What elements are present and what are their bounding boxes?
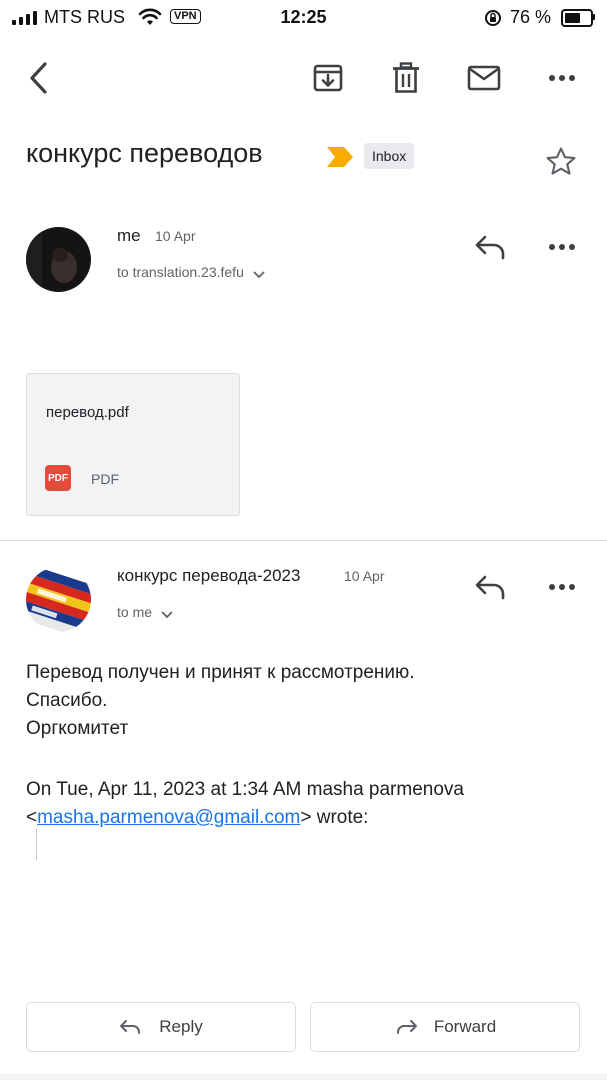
quote-header: On Tue, Apr 11, 2023 at 1:34 AM masha pa… [26, 779, 464, 828]
more-options-icon [549, 584, 575, 590]
forward-label: Forward [433, 1017, 497, 1036]
forward-icon [396, 1020, 417, 1034]
battery-percent: 76 % [510, 7, 552, 27]
body-line: Спасибо. [26, 690, 108, 711]
sender-email-link[interactable]: masha.parmenova@gmail.com [37, 807, 300, 828]
pdf-icon: PDF [45, 465, 71, 491]
recipients-toggle[interactable]: to translation.23.fefu [117, 264, 266, 280]
recipients-text: to translation.23.fefu [117, 264, 244, 280]
recipients-text: to me [117, 604, 153, 620]
chevron-down-icon [253, 271, 265, 279]
rotation-lock-icon [485, 10, 501, 26]
delete-button[interactable] [384, 56, 428, 100]
star-icon[interactable] [544, 145, 578, 179]
reply-button[interactable] [468, 567, 512, 607]
sender-name: конкурс перевода-2023 [117, 566, 301, 585]
reply-icon [120, 1020, 141, 1034]
status-bar: MTS RUS VPN 12:25 76 % [0, 0, 607, 34]
quote-attribution: On Tue, Apr 11, 2023 at 1:34 AM masha pa… [26, 779, 464, 800]
sender-avatar[interactable] [26, 227, 91, 292]
attachment-filename: перевод.pdf [46, 404, 129, 421]
mark-unread-button[interactable] [462, 56, 506, 100]
body-line: Оргкомитет [26, 718, 129, 739]
battery-icon [561, 9, 593, 27]
body-line: Перевод получен и принят к рассмотрению. [26, 662, 415, 683]
battery-fill [565, 13, 580, 23]
archive-button[interactable] [306, 56, 350, 100]
sender-name: me [117, 226, 141, 245]
attachment-card[interactable]: перевод.pdf PDF PDF [26, 373, 240, 516]
reply-label: Reply [159, 1017, 203, 1036]
chevron-down-icon [161, 611, 173, 619]
message-date: 10 Apr [155, 228, 196, 244]
message-date: 10 Apr [344, 568, 385, 584]
mark-unread-icon [467, 65, 501, 91]
back-arrow-icon [30, 62, 47, 94]
avatar-language-books [26, 567, 91, 632]
quote-wrote: wrote: [316, 807, 369, 828]
inbox-label-chip[interactable]: Inbox [364, 143, 415, 169]
reply-icon [475, 235, 505, 260]
back-button[interactable] [18, 56, 58, 100]
more-options-button[interactable] [540, 56, 584, 100]
attachment-type: PDF [91, 471, 119, 487]
forward-action-button[interactable]: Forward [310, 1002, 580, 1052]
more-options-icon [549, 244, 575, 250]
recipients-toggle[interactable]: to me [117, 604, 174, 620]
sender-avatar[interactable] [26, 567, 91, 632]
message-body: Перевод получен и принят к рассмотрению.… [26, 659, 415, 743]
archive-icon [313, 64, 343, 92]
reply-action-button[interactable]: Reply [26, 1002, 296, 1052]
message-more-button[interactable] [540, 227, 584, 267]
bottom-edge [0, 1074, 607, 1080]
quoted-text-toggle[interactable] [36, 828, 37, 860]
reply-button[interactable] [468, 227, 512, 267]
message-more-button[interactable] [540, 567, 584, 607]
importance-marker-icon[interactable] [326, 146, 354, 168]
reply-icon [475, 575, 505, 600]
more-options-icon [549, 75, 575, 81]
delete-icon [393, 62, 419, 93]
email-subject: конкурс переводов [26, 138, 263, 168]
message-divider [0, 540, 607, 541]
battery-tip [593, 14, 595, 20]
avatar-photo [26, 227, 91, 292]
